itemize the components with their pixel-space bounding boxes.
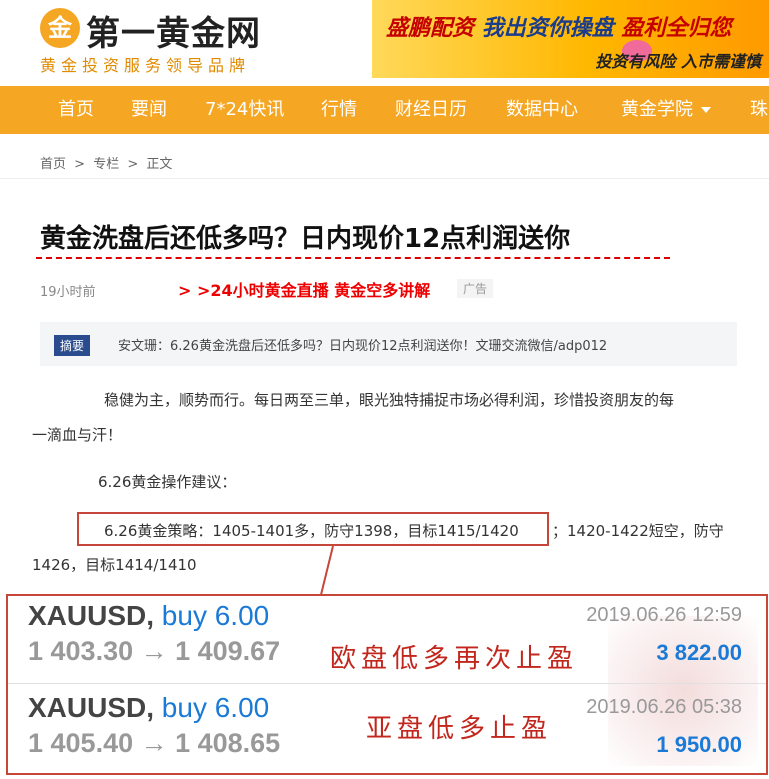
paragraph-advice-heading: 6.26黄金操作建议： <box>98 473 237 491</box>
trade-annotation: 欧盘低多再次止盈 <box>330 644 579 674</box>
nav-item-more[interactable]: 珠 <box>750 86 768 134</box>
trade-symbol-line: XAUUSD, buy 6.00 <box>28 692 269 724</box>
site-logo-name[interactable]: 第一黄金网 <box>86 6 261 55</box>
breadcrumb-current: 正文 <box>146 157 173 172</box>
trade-prices: 1 405.40 → 1 408.65 <box>28 728 281 758</box>
summary-badge: 摘要 <box>54 335 91 356</box>
publish-time: 19小时前 <box>40 285 96 300</box>
banner-headline: 盛鹏配资 我出资你操盘 盈利全归您 <box>386 10 731 42</box>
ad-badge: 广告 <box>457 279 494 298</box>
site-header: 金 第一黄金网 黄金投资服务领导品牌 盛鹏配资 我出资你操盘 盈利全归您 投资有… <box>0 0 769 86</box>
chevron-down-icon <box>701 107 711 113</box>
page-title: 黄金洗盘后还低多吗？日内现价12点利润送你 <box>40 224 571 254</box>
nav-item-home[interactable]: 首页 <box>58 86 94 134</box>
trade-datetime: 2019.06.26 12:59 <box>586 604 742 626</box>
nav-item-flash[interactable]: 7*24快讯 <box>205 86 284 134</box>
title-annotation-underline <box>36 257 670 259</box>
banner-risk-warning: 投资有风险 入市需谨慎 <box>595 52 761 71</box>
breadcrumb-separator: > <box>127 157 139 172</box>
banner-profit-claim: 盈利全归您 <box>621 16 732 41</box>
breadcrumb-column[interactable]: 专栏 <box>93 157 119 172</box>
breadcrumb: 首页 > 专栏 > 正文 <box>40 153 176 172</box>
paragraph-strategy-line2: 1426，目标1414/1410 <box>32 556 197 574</box>
nav-item-data-center[interactable]: 数据中心 <box>506 86 578 134</box>
banner-brand: 盛鹏配资 <box>386 16 475 41</box>
trade-side: buy 6.00 <box>161 692 270 723</box>
trade-datetime: 2019.06.26 05:38 <box>586 696 742 718</box>
breadcrumb-separator: > <box>74 157 86 172</box>
nav-item-academy-label: 黄金学院 <box>621 99 693 120</box>
paragraph-intro-line1: 稳健为主，顺势而行。每日两至三单，眼光独特捕捉市场必得利润，珍惜投资朋友的每 <box>104 391 675 409</box>
trade-symbol: XAUUSD, <box>28 600 155 631</box>
paragraph-intro-line2: 一滴血与汗！ <box>32 426 123 444</box>
divider <box>0 178 769 179</box>
breadcrumb-home[interactable]: 首页 <box>40 157 66 172</box>
nav-item-calendar[interactable]: 财经日历 <box>395 86 467 134</box>
summary-text: 安文珊：6.26黄金洗盘后还低多吗？日内现价12点利润送你！文珊交流微信/adp… <box>118 339 608 354</box>
nav-item-quotes[interactable]: 行情 <box>321 86 357 134</box>
main-nav: 首页 要闻 7*24快讯 行情 财经日历 数据中心 黄金学院 珠 <box>0 86 769 134</box>
ad-banner[interactable]: 盛鹏配资 我出资你操盘 盈利全归您 投资有风险 入市需谨慎 <box>372 0 769 78</box>
trade-row: XAUUSD, buy 6.00 1 403.30 → 1 409.67 201… <box>8 596 766 684</box>
trade-profit: 1 950.00 <box>656 732 742 757</box>
trade-symbol-line: XAUUSD, buy 6.00 <box>28 600 269 632</box>
banner-offer: 我出资你操盘 <box>481 16 614 41</box>
trade-profit: 3 822.00 <box>656 640 742 665</box>
trade-row: XAUUSD, buy 6.00 1 405.40 → 1 408.65 201… <box>8 688 766 773</box>
logo-icon[interactable]: 金 <box>40 8 80 48</box>
live-broadcast-link[interactable]: > >24小时黄金直播 黄金空多讲解 <box>178 277 430 301</box>
site-slogan: 黄金投资服务领导品牌 <box>40 56 251 75</box>
paragraph-strategy-rest: ；1420-1422短空，防守 <box>552 522 724 540</box>
nav-item-news[interactable]: 要闻 <box>131 86 167 134</box>
trade-symbol: XAUUSD, <box>28 692 155 723</box>
trade-records-panel: XAUUSD, buy 6.00 1 403.30 → 1 409.67 201… <box>6 594 768 775</box>
trade-prices: 1 403.30 → 1 409.67 <box>28 636 281 666</box>
article-summary: 摘要 安文珊：6.26黄金洗盘后还低多吗？日内现价12点利润送你！文珊交流微信/… <box>40 322 737 366</box>
trade-annotation: 亚盘低多止盈 <box>366 714 553 744</box>
trade-side: buy 6.00 <box>161 600 270 631</box>
nav-item-academy[interactable]: 黄金学院 <box>621 86 711 134</box>
